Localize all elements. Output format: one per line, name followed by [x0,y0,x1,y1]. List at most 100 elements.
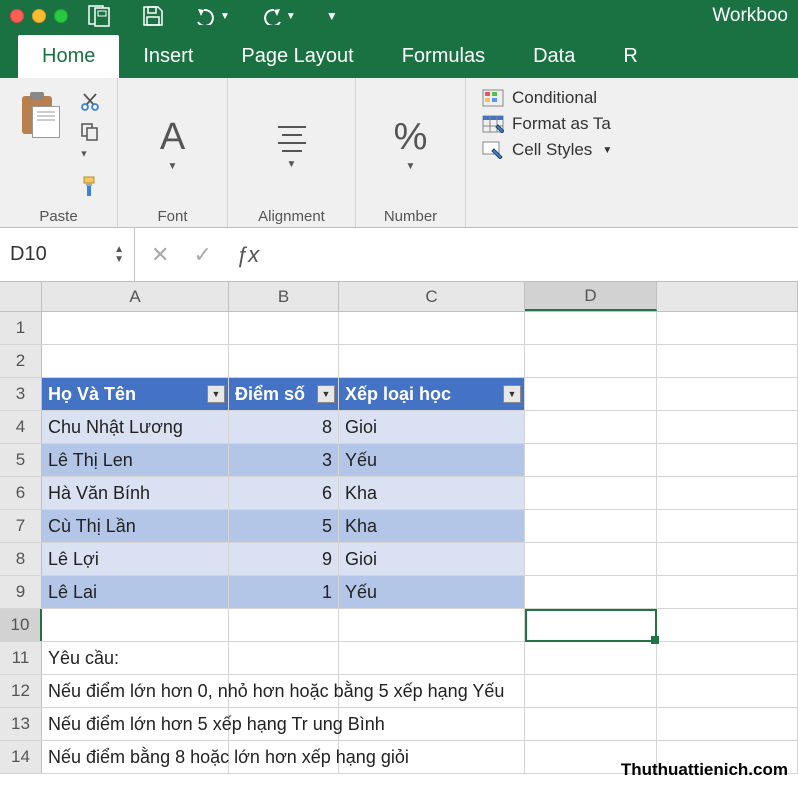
cell-E1[interactable] [657,312,798,344]
cell-C8[interactable]: Gioi [339,543,525,575]
col-header-D[interactable]: D [525,282,657,311]
row-header-13[interactable]: 13 [0,708,42,740]
cell-D5[interactable] [525,444,657,476]
cell-A5[interactable]: Lê Thị Len [42,444,229,476]
row-header-9[interactable]: 9 [0,576,42,608]
row-header-3[interactable]: 3 [0,378,42,410]
select-all-corner[interactable] [0,282,42,311]
conditional-formatting-button[interactable]: Conditional [482,88,612,108]
tab-review[interactable]: R [599,35,661,78]
row-header-2[interactable]: 2 [0,345,42,377]
row-header-6[interactable]: 6 [0,477,42,509]
cell-B7[interactable]: 5 [229,510,339,542]
cell-E8[interactable] [657,543,798,575]
cell-E10[interactable] [657,609,798,641]
cell-C10[interactable] [339,609,525,641]
filter-button[interactable]: ▼ [503,385,521,403]
tab-insert[interactable]: Insert [119,35,217,78]
col-header-A[interactable]: A [42,282,229,311]
cell-D10[interactable] [525,609,657,641]
cell-A7[interactable]: Cù Thị Lần [42,510,229,542]
row-header-14[interactable]: 14 [0,741,42,773]
cell-B9[interactable]: 1 [229,576,339,608]
tab-page-layout[interactable]: Page Layout [217,35,377,78]
tab-formulas[interactable]: Formulas [378,35,509,78]
cell-D3[interactable] [525,378,657,410]
row-header-4[interactable]: 4 [0,411,42,443]
cell-C2[interactable] [339,345,525,377]
fx-icon[interactable]: ƒx [236,242,259,268]
cell-E11[interactable] [657,642,798,674]
save-icon[interactable] [142,5,164,27]
cell-A12[interactable]: Nếu điểm lớn hơn 0, nhỏ hơn hoặc bằng 5 … [42,675,229,707]
name-box-spinner[interactable]: ▲▼ [114,245,124,265]
cut-button[interactable] [80,92,100,112]
cell-styles-button[interactable]: Cell Styles ▼ [482,140,612,160]
copy-button[interactable]: ▼ [80,122,100,165]
cell-E2[interactable] [657,345,798,377]
cell-A11[interactable]: Yêu cầu: [42,642,229,674]
cell-D9[interactable] [525,576,657,608]
filter-button[interactable]: ▼ [317,385,335,403]
font-dropdown[interactable]: A ▼ [146,114,199,174]
cell-A2[interactable] [42,345,229,377]
cell-E12[interactable] [657,675,798,707]
cell-D4[interactable] [525,411,657,443]
cell-B2[interactable] [229,345,339,377]
qat-customize-icon[interactable]: ▼ [326,9,338,23]
cell-B11[interactable] [229,642,339,674]
cell-C11[interactable] [339,642,525,674]
cell-C1[interactable] [339,312,525,344]
cancel-formula-icon[interactable]: ✕ [151,242,169,268]
row-header-7[interactable]: 7 [0,510,42,542]
maximize-window-button[interactable] [54,9,68,23]
paste-button[interactable] [12,90,70,199]
cell-A14[interactable]: Nếu điểm bằng 8 hoặc lớn hơn xếp hạng gi… [42,741,229,773]
cell-D2[interactable] [525,345,657,377]
format-as-table-button[interactable]: Format as Ta [482,114,612,134]
cell-A10[interactable] [42,609,229,641]
tab-home[interactable]: Home [18,35,119,78]
cell-E5[interactable] [657,444,798,476]
cell-E7[interactable] [657,510,798,542]
row-header-12[interactable]: 12 [0,675,42,707]
redo-icon[interactable]: ▼ [260,7,296,25]
cell-A1[interactable] [42,312,229,344]
table-header-grade[interactable]: Xếp loại học▼ [339,378,525,410]
cell-A6[interactable]: Hà Văn Bính [42,477,229,509]
cell-D8[interactable] [525,543,657,575]
col-header-C[interactable]: C [339,282,525,311]
row-header-5[interactable]: 5 [0,444,42,476]
cell-B5[interactable]: 3 [229,444,339,476]
cell-B8[interactable]: 9 [229,543,339,575]
cell-B4[interactable]: 8 [229,411,339,443]
cell-A8[interactable]: Lê Lợi [42,543,229,575]
cell-C4[interactable]: Gioi [339,411,525,443]
accept-formula-icon[interactable]: ✓ [193,242,211,268]
cell-C9[interactable]: Yếu [339,576,525,608]
cell-D6[interactable] [525,477,657,509]
col-header-E[interactable] [657,282,798,311]
cell-D13[interactable] [525,708,657,740]
col-header-B[interactable]: B [229,282,339,311]
row-header-8[interactable]: 8 [0,543,42,575]
undo-icon[interactable]: ▼ [194,7,230,25]
cell-E13[interactable] [657,708,798,740]
cell-E9[interactable] [657,576,798,608]
cell-B6[interactable]: 6 [229,477,339,509]
cell-C5[interactable]: Yếu [339,444,525,476]
name-box[interactable]: D10 ▲▼ [0,228,135,281]
table-header-name[interactable]: Họ Và Tên▼ [42,378,229,410]
cell-E4[interactable] [657,411,798,443]
cell-B1[interactable] [229,312,339,344]
cell-C7[interactable]: Kha [339,510,525,542]
cell-D1[interactable] [525,312,657,344]
cell-D7[interactable] [525,510,657,542]
cell-D11[interactable] [525,642,657,674]
cell-A9[interactable]: Lê Lai [42,576,229,608]
tab-data[interactable]: Data [509,35,599,78]
table-header-score[interactable]: Điểm số▼ [229,378,339,410]
number-dropdown[interactable]: % ▼ [380,114,442,174]
row-header-11[interactable]: 11 [0,642,42,674]
cell-B10[interactable] [229,609,339,641]
